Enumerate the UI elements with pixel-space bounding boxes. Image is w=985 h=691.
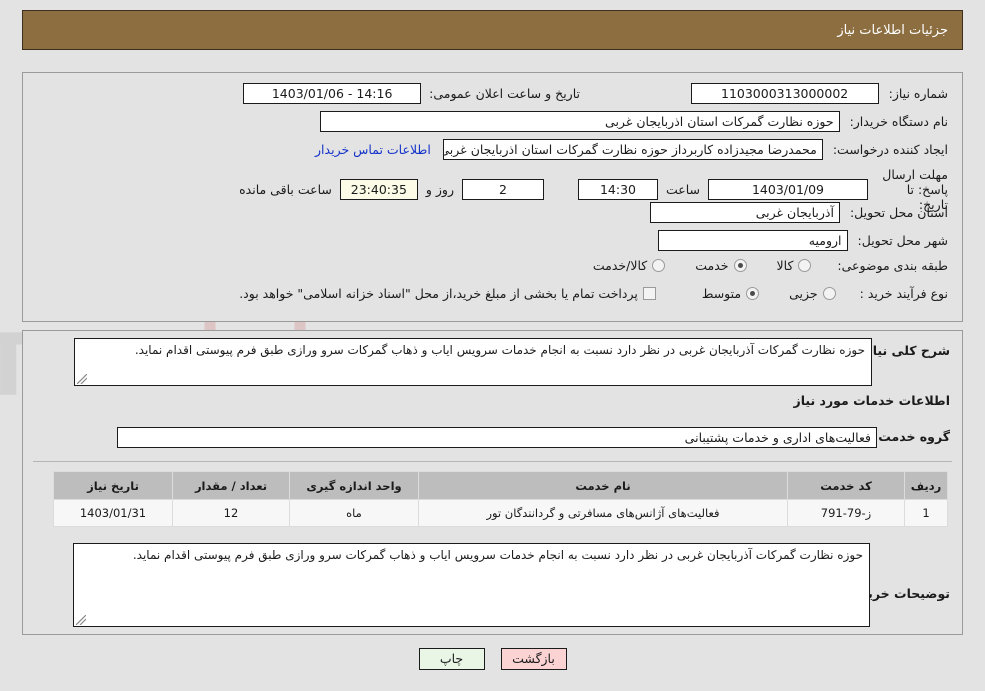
th-quantity: تعداد / مقدار [172,471,290,500]
process-option-motevaset[interactable]: متوسط [701,286,760,301]
delivery-city-label: شهر محل تحویل: [857,233,948,248]
category-option-kala-label: کالا [776,258,794,273]
radio-category-kala-khedmat[interactable] [652,259,666,272]
deadline-date-value: 1403/01/09 [708,179,868,200]
table-header-row: ردیف کد خدمت نام خدمت واحد اندازه گیری ت… [53,471,948,500]
print-button[interactable]: چاپ [418,648,485,670]
category-option-khedmat[interactable]: خدمت [695,258,747,273]
th-unit: واحد اندازه گیری [289,471,419,500]
action-button-bar: بازگشت چاپ [0,648,985,670]
announce-datetime-row: تاریخ و ساعت اعلان عمومی: 14:16 - 1403/0… [243,83,580,104]
th-service-code: کد خدمت [787,471,905,500]
page-title: جزئیات اطلاعات نیاز [837,22,948,38]
category-option-kala-khedmat[interactable]: کالا/خدمت [592,258,666,273]
cell-row-index: 1 [904,499,948,527]
hour-label: ساعت [665,182,700,197]
need-number-value: 1103000313000002 [690,83,879,104]
buyer-org-value: حوزه نظارت گمرکات استان اذربایجان غربی [319,111,840,132]
delivery-city-value: ارومیه [657,230,848,251]
purchase-process-label: نوع فرآیند خرید : [859,286,948,301]
buyer-contact-link[interactable]: اطلاعات تماس خریدار [315,142,431,157]
purchase-process-row: نوع فرآیند خرید : جزیی متوسط پرداخت تمام… [239,286,948,301]
subject-category-label: طبقه بندی موضوعی: [837,258,948,273]
category-option-kala-khedmat-label: کالا/خدمت [592,258,648,273]
delivery-province-label: استان محل تحویل: [849,205,948,220]
subject-category-row: طبقه بندی موضوعی: کالا خدمت کالا/خدمت [593,258,948,273]
countdown-value: 23:40:35 [339,179,418,200]
cell-service-name: فعالیت‌های آژانس‌های مسافرتی و گردانندگا… [418,499,788,527]
need-summary-panel: شماره نیاز: 1103000313000002 تاریخ و ساع… [22,72,963,322]
resize-grip-icon[interactable] [77,374,87,384]
remaining-hours-label: ساعت باقی مانده [239,182,332,197]
announce-datetime-value: 14:16 - 1403/01/06 [243,83,422,104]
table-row: 1 ز-79-791 فعالیت‌های آژانس‌های مسافرتی … [53,499,948,527]
general-summary-label: شرح کلی نیاز: [860,343,950,358]
general-summary-textarea[interactable]: حوزه نظارت گمرکات آذربایجان غربی در نظر … [74,338,872,386]
back-button[interactable]: بازگشت [500,648,567,670]
buyer-notes-text: حوزه نظارت گمرکات آذربایجان غربی در نظر … [132,548,863,562]
services-section-title: اطلاعات خدمات مورد نیاز [793,393,951,408]
radio-category-khedmat[interactable] [733,259,747,272]
buyer-notes-textarea[interactable]: حوزه نظارت گمرکات آذربایجان غربی در نظر … [73,543,870,627]
delivery-city-row: شهر محل تحویل: ارومیه [657,230,948,251]
days-unit-label: روز و [425,182,454,197]
deadline-time-value: 14:30 [577,179,658,200]
service-group-label: گروه خدمت: [873,429,950,444]
request-creator-row: ایجاد کننده درخواست: محمدرضا مجیدزاده کا… [315,139,948,160]
treasury-bond-option[interactable]: پرداخت تمام یا بخشی از مبلغ خرید،از محل … [239,286,656,301]
delivery-province-row: استان محل تحویل: آذربایجان غربی [649,202,948,223]
request-creator-value: محمدرضا مجیدزاده کاربرداز حوزه نظارت گمر… [442,139,823,160]
buyer-org-row: نام دستگاه خریدار: حوزه نظارت گمرکات است… [319,111,948,132]
process-option-jozii[interactable]: جزیی [789,286,836,301]
service-group-value: فعالیت‌های اداری و خدمات پشتیبانی [117,427,877,448]
process-option-motevaset-label: متوسط [701,286,742,301]
checkbox-treasury-bond[interactable] [642,287,656,300]
th-service-name: نام خدمت [418,471,788,500]
announce-datetime-label: تاریخ و ساعت اعلان عمومی: [429,86,580,101]
page-header-bar: جزئیات اطلاعات نیاز [22,10,963,50]
request-creator-label: ایجاد کننده درخواست: [832,142,948,157]
remaining-days-value: 2 [461,179,544,200]
radio-category-kala[interactable] [798,259,812,272]
general-summary-text: حوزه نظارت گمرکات آذربایجان غربی در نظر … [134,343,865,357]
delivery-province-value: آذربایجان غربی [649,202,840,223]
radio-process-jozii[interactable] [822,287,836,300]
services-table: ردیف کد خدمت نام خدمت واحد اندازه گیری ت… [53,471,948,527]
need-details-panel: شرح کلی نیاز: حوزه نظارت گمرکات آذربایجا… [22,330,963,635]
process-option-jozii-label: جزیی [789,286,818,301]
cell-quantity: 12 [172,499,290,527]
buyer-org-label: نام دستگاه خریدار: [849,114,948,129]
category-option-kala[interactable]: کالا [777,258,812,273]
cell-service-code: ز-79-791 [787,499,905,527]
cell-unit: ماه [289,499,419,527]
need-number-row: شماره نیاز: 1103000313000002 [690,83,948,104]
th-need-date: تاریخ نیاز [53,471,173,500]
radio-process-motevaset[interactable] [746,287,760,300]
resize-grip-icon-2[interactable] [76,615,86,625]
treasury-bond-label: پرداخت تمام یا بخشی از مبلغ خرید،از محل … [239,286,638,301]
th-row-index: ردیف [904,471,948,500]
need-number-label: شماره نیاز: [888,86,948,101]
cell-need-date: 1403/01/31 [53,499,173,527]
section-divider [33,461,952,462]
category-option-khedmat-label: خدمت [695,258,729,273]
